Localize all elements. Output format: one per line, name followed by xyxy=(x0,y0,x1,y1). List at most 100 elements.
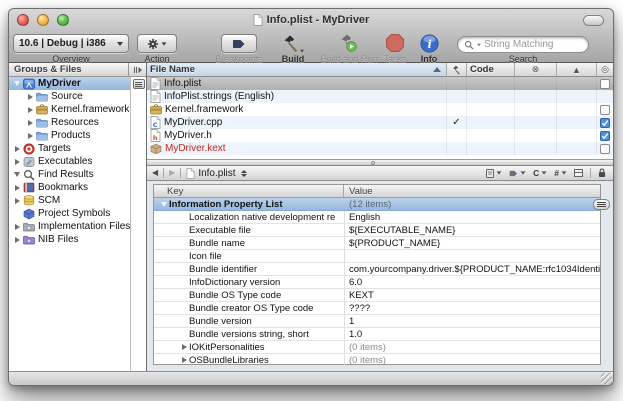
chevron-down-icon xyxy=(162,42,167,45)
close-button[interactable] xyxy=(17,14,29,26)
titlebar[interactable]: Info.plist - MyDriver xyxy=(9,9,613,31)
plist-row-bundle-versions-string-short[interactable]: Bundle versions string, short1.0 xyxy=(154,328,600,341)
plist-row-icon-file[interactable]: Icon file xyxy=(154,250,600,263)
kext-icon xyxy=(150,143,162,155)
toolbar: 10.6 | Debug | i386 Overview Action Br xyxy=(9,31,613,63)
plist-row-bundle-version[interactable]: Bundle version1 xyxy=(154,315,600,328)
split-editor-button[interactable] xyxy=(572,169,585,177)
sidebar-item-targets[interactable]: Targets xyxy=(9,142,130,155)
sidebar-item-mydriver[interactable]: MyDriver xyxy=(9,77,130,90)
column-header-value[interactable]: Value xyxy=(344,185,600,197)
column-header-file-name[interactable]: File Name xyxy=(147,63,447,77)
plist-row-osbundlelibraries[interactable]: OSBundleLibraries(0 items) xyxy=(154,354,600,367)
sidebar-item-find-results[interactable]: Find Results xyxy=(9,168,130,181)
plist-row-iokitpersonalities[interactable]: IOKitPersonalities(0 items) xyxy=(154,341,600,354)
sidebar-item-kernel-framework[interactable]: Kernel.framework xyxy=(9,103,130,116)
build-and-run-icon[interactable] xyxy=(338,33,360,53)
folder-icon xyxy=(35,131,49,141)
target-membership-checkbox[interactable] xyxy=(600,131,610,141)
column-header-build[interactable] xyxy=(447,63,467,77)
column-header-errors[interactable]: ⊗ xyxy=(515,63,557,77)
action-button[interactable] xyxy=(137,34,177,53)
column-header-target[interactable]: ◎ xyxy=(597,63,613,77)
selected-group-menu-badge[interactable] xyxy=(133,79,145,89)
search-input[interactable]: String Matching xyxy=(457,36,589,53)
plist-row-bundle-os-type-code[interactable]: Bundle OS Type codeKEXT xyxy=(154,289,600,302)
executable-icon xyxy=(22,156,36,168)
column-header-key[interactable]: Key xyxy=(154,185,344,197)
groups-files-pane: Groups & Files MyDriverSourceKernel.fram… xyxy=(9,63,147,371)
sidebar-item-products[interactable]: Products xyxy=(9,129,130,142)
hammer-icon xyxy=(451,65,462,75)
plist-row-executable-file[interactable]: Executable file${EXECUTABLE_NAME} xyxy=(154,224,600,237)
target-icon xyxy=(22,143,36,155)
file-row-infoplist-strings-english[interactable]: InfoPlist.strings (English) xyxy=(147,90,613,103)
plist-row-localization-native-development-re[interactable]: Localization native development reEnglis… xyxy=(154,211,600,224)
bookmarks-menu[interactable] xyxy=(484,169,504,178)
file-row-mydriver-kext[interactable]: MyDriver.kext xyxy=(147,142,613,155)
target-membership-checkbox[interactable] xyxy=(600,118,610,128)
search-scope-chevron-icon[interactable] xyxy=(477,43,481,45)
strings-doc-icon xyxy=(150,90,161,103)
column-header-code[interactable]: Code xyxy=(467,63,515,77)
sort-ascending-icon xyxy=(433,67,441,72)
sidebar-item-scm[interactable]: SCM xyxy=(9,194,130,207)
lock-icon[interactable] xyxy=(596,168,608,178)
plist-row-bundle-name[interactable]: Bundle name${PRODUCT_NAME} xyxy=(154,237,600,250)
scm-icon xyxy=(22,195,36,206)
file-row-info-plist[interactable]: Info.plist xyxy=(147,77,613,90)
horizontal-splitter[interactable] xyxy=(147,159,613,166)
plist-row-bundle-identifier[interactable]: Bundle identifiercom.yourcompany.driver.… xyxy=(154,263,600,276)
back-button[interactable]: ◀ xyxy=(152,169,158,177)
window-chrome: Info.plist - MyDriver 10.6 | Debug | i38… xyxy=(9,9,613,63)
find-icon xyxy=(22,169,36,181)
file-row-kernel-framework[interactable]: Kernel.framework xyxy=(147,103,613,116)
column-header-warnings[interactable]: ▲ xyxy=(557,63,597,77)
sidebar-item-executables[interactable]: Executables xyxy=(9,155,130,168)
warning-icon: ▲ xyxy=(572,65,581,75)
sidebar-item-source[interactable]: Source xyxy=(9,90,130,103)
sidebar-item-nib-files[interactable]: NIB Files xyxy=(9,233,130,246)
breakpoints-menu[interactable] xyxy=(507,170,528,177)
tasks-stop-icon[interactable] xyxy=(385,33,405,53)
minimize-button[interactable] xyxy=(37,14,49,26)
plist-doc-icon xyxy=(150,77,161,90)
info-icon[interactable]: i xyxy=(420,34,439,53)
plist-row-bundle-creator-os-type-code[interactable]: Bundle creator OS Type code???? xyxy=(154,302,600,315)
build-hammer-icon[interactable] xyxy=(281,34,305,53)
plist-row-information-property-list[interactable]: Information Property List(12 items) xyxy=(154,198,600,211)
file-row-mydriver-cpp[interactable]: CMyDriver.cpp✓ xyxy=(147,116,613,129)
search-group: String Matching Search xyxy=(455,32,591,64)
zoom-button[interactable] xyxy=(57,14,69,26)
target-membership-checkbox[interactable] xyxy=(600,105,610,115)
overview-popup[interactable]: 10.6 | Debug | i386 xyxy=(13,34,129,53)
tasks-group: Tasks xyxy=(375,32,415,64)
target-membership-checkbox[interactable] xyxy=(600,144,610,154)
breakpoints-group: Breakpoints xyxy=(207,32,271,64)
plist-table: Key Value Information Property List(12 i… xyxy=(153,184,601,365)
row-menu-button[interactable] xyxy=(593,199,610,210)
forward-button[interactable]: ▶ xyxy=(169,169,175,177)
sidebar-item-project-symbols[interactable]: Project Symbols xyxy=(9,207,130,220)
folder-icon xyxy=(35,92,49,102)
build-and-run-group: Build and Run xyxy=(317,32,381,64)
file-popup[interactable]: Info.plist xyxy=(186,168,246,179)
file-row-mydriver-h[interactable]: hMyDriver.h xyxy=(147,129,613,142)
sidebar-item-bookmarks[interactable]: Bookmarks xyxy=(9,181,130,194)
smart-folder-impl-icon xyxy=(22,222,36,232)
line-number-menu[interactable]: # xyxy=(552,168,569,178)
popup-updown-icon xyxy=(241,170,247,177)
plist-table-header: Key Value xyxy=(154,185,600,198)
sidebar-item-implementation-files[interactable]: Implementation Files xyxy=(9,220,130,233)
counterparts-menu[interactable]: C xyxy=(531,168,549,178)
resize-grip[interactable] xyxy=(601,373,612,384)
editor-navbar: ◀ ▶ Info.plist C # xyxy=(147,166,613,181)
sidebar-splitter-control[interactable] xyxy=(128,63,146,77)
sidebar-item-resources[interactable]: Resources xyxy=(9,116,130,129)
target-membership-checkbox[interactable] xyxy=(600,79,610,89)
symbols-icon xyxy=(22,208,36,220)
toolbar-toggle-button[interactable] xyxy=(583,15,604,26)
plist-editor-pane: Key Value Information Property List(12 i… xyxy=(147,181,613,371)
breakpoints-button[interactable] xyxy=(221,34,257,53)
plist-row-infodictionary-version[interactable]: InfoDictionary version6.0 xyxy=(154,276,600,289)
